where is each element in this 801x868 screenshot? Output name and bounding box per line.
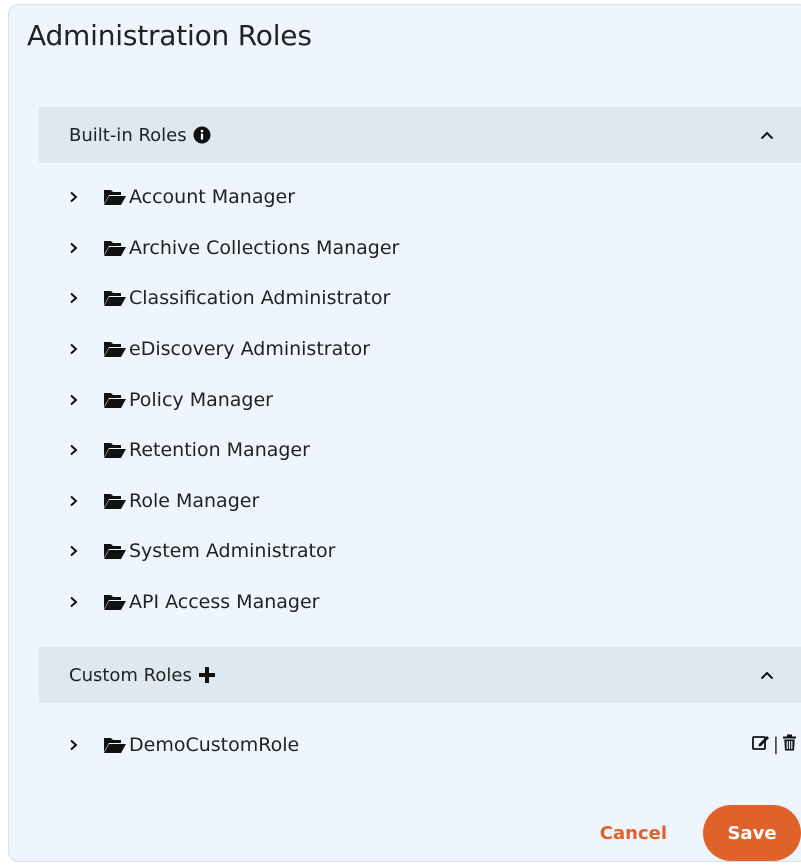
folder-open-icon xyxy=(103,441,127,459)
custom-roles-tree: DemoCustomRole | xyxy=(69,720,801,771)
role-label[interactable]: DemoCustomRole xyxy=(129,734,299,756)
role-tree-item[interactable]: Role Manager xyxy=(69,476,801,527)
folder-open-icon xyxy=(103,542,127,560)
expand-chevron-right-icon[interactable] xyxy=(69,444,91,456)
role-label[interactable]: Account Manager xyxy=(129,186,295,208)
role-label[interactable]: Classification Administrator xyxy=(129,287,390,309)
role-label[interactable]: Archive Collections Manager xyxy=(129,237,399,259)
role-tree-item[interactable]: Archive Collections Manager xyxy=(69,223,801,274)
expand-chevron-right-icon[interactable] xyxy=(69,495,91,507)
administration-roles-dialog: Administration Roles Built-in Roles Acco… xyxy=(8,4,801,862)
role-label[interactable]: eDiscovery Administrator xyxy=(129,338,370,360)
save-button[interactable]: Save xyxy=(703,805,801,861)
role-label[interactable]: System Administrator xyxy=(129,540,335,562)
role-label[interactable]: Policy Manager xyxy=(129,389,273,411)
actions-separator: | xyxy=(772,734,779,756)
expand-chevron-right-icon[interactable] xyxy=(69,191,91,203)
role-label[interactable]: Role Manager xyxy=(129,490,259,512)
folder-open-icon xyxy=(103,736,127,754)
folder-open-icon xyxy=(103,492,127,510)
role-tree-item[interactable]: API Access Manager xyxy=(69,577,801,628)
add-custom-role-plus-icon[interactable] xyxy=(198,666,216,684)
custom-roles-collapse-chevron-up-icon[interactable] xyxy=(755,663,779,687)
folder-open-icon xyxy=(103,289,127,307)
expand-chevron-right-icon[interactable] xyxy=(69,292,91,304)
edit-icon[interactable] xyxy=(752,734,770,756)
builtin-roles-label: Built-in Roles xyxy=(69,124,187,146)
expand-chevron-right-icon[interactable] xyxy=(69,739,91,751)
expand-chevron-right-icon[interactable] xyxy=(69,545,91,557)
expand-chevron-right-icon[interactable] xyxy=(69,242,91,254)
custom-roles-label: Custom Roles xyxy=(69,664,192,686)
role-tree-item[interactable]: Account Manager xyxy=(69,172,801,223)
builtin-roles-collapse-chevron-up-icon[interactable] xyxy=(755,123,779,147)
dialog-title: Administration Roles xyxy=(27,19,312,52)
folder-open-icon xyxy=(103,188,127,206)
role-tree-item[interactable]: Policy Manager xyxy=(69,374,801,425)
role-label[interactable]: Retention Manager xyxy=(129,439,310,461)
role-tree-item[interactable]: eDiscovery Administrator xyxy=(69,324,801,375)
folder-open-icon xyxy=(103,593,127,611)
info-icon[interactable] xyxy=(193,126,211,144)
expand-chevron-right-icon[interactable] xyxy=(69,343,91,355)
custom-roles-header: Custom Roles xyxy=(39,647,801,703)
trash-icon[interactable] xyxy=(782,734,797,756)
role-label[interactable]: API Access Manager xyxy=(129,591,319,613)
role-tree-item[interactable]: Classification Administrator xyxy=(69,273,801,324)
builtin-roles-tree: Account Manager Archive Collections Manag… xyxy=(69,172,801,627)
role-tree-item[interactable]: System Administrator xyxy=(69,526,801,577)
row-actions: | xyxy=(752,734,797,756)
folder-open-icon xyxy=(103,340,127,358)
dialog-footer: Cancel Save xyxy=(600,805,801,861)
builtin-roles-header: Built-in Roles xyxy=(39,107,801,163)
role-tree-item[interactable]: Retention Manager xyxy=(69,425,801,476)
cancel-button[interactable]: Cancel xyxy=(600,823,667,844)
expand-chevron-right-icon[interactable] xyxy=(69,394,91,406)
folder-open-icon xyxy=(103,239,127,257)
expand-chevron-right-icon[interactable] xyxy=(69,596,91,608)
role-tree-item[interactable]: DemoCustomRole | xyxy=(69,720,801,771)
folder-open-icon xyxy=(103,391,127,409)
